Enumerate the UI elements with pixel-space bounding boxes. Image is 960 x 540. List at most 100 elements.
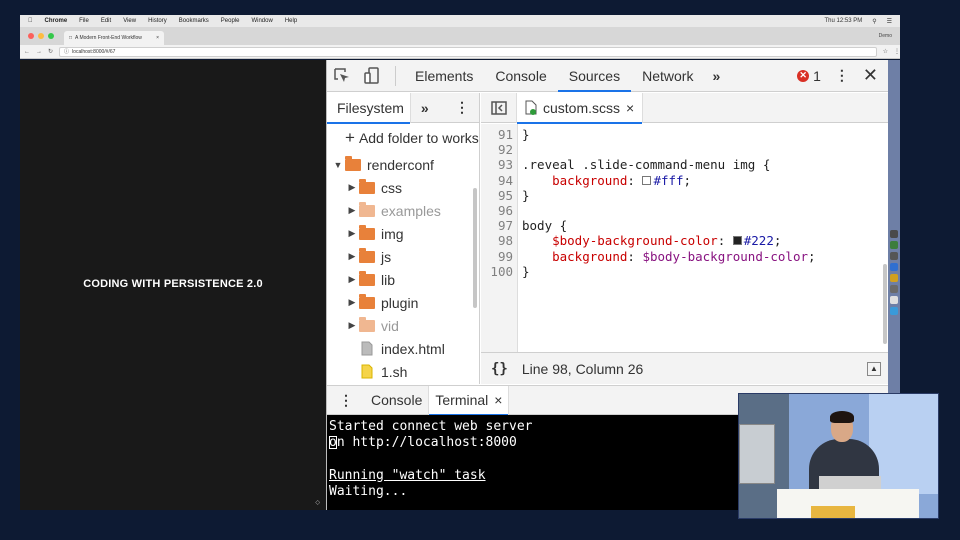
css-property: background bbox=[552, 172, 628, 188]
settings-menu-icon[interactable]: ⋮ bbox=[835, 67, 849, 84]
add-folder-button[interactable]: + Add folder to workspace bbox=[327, 123, 479, 153]
folder-icon bbox=[359, 247, 375, 263]
menu-item-help[interactable]: Help bbox=[285, 18, 297, 24]
drawer-menu-icon[interactable]: ⋮ bbox=[327, 392, 365, 409]
menu-item-view[interactable]: View bbox=[123, 18, 136, 24]
zoom-window-icon[interactable] bbox=[48, 33, 54, 39]
info-icon[interactable]: ⓘ bbox=[64, 48, 69, 55]
tab-network[interactable]: Network bbox=[631, 60, 704, 92]
scss-variable: $body-background-color bbox=[552, 233, 718, 249]
caret-right-icon: ▶ bbox=[348, 297, 356, 307]
line-number: 95 bbox=[497, 187, 513, 203]
pretty-print-button[interactable]: {} bbox=[491, 361, 508, 377]
dock-app-icon[interactable] bbox=[890, 263, 898, 271]
menu-item-file[interactable]: File bbox=[79, 18, 89, 24]
tab-console[interactable]: Console bbox=[484, 60, 557, 92]
file-navigator: Filesystem » ⋮ + Add folder to workspace… bbox=[327, 93, 480, 384]
drawer-tab-terminal[interactable]: Terminal × bbox=[428, 385, 510, 416]
reload-icon[interactable]: ↻ bbox=[48, 48, 53, 55]
menu-item-bookmarks[interactable]: Bookmarks bbox=[179, 18, 209, 24]
browser-tab-title: A Modern Front-End Workflow bbox=[75, 35, 142, 41]
devtools-toolbar: Elements Console Sources Network » ✕ 1 ⋮… bbox=[327, 60, 888, 92]
editor-tab-custom-scss[interactable]: custom.scss × bbox=[517, 92, 644, 124]
editor-statusbar: {} Line 98, Column 26 ▲ bbox=[481, 352, 889, 384]
device-toolbar-icon[interactable] bbox=[357, 66, 387, 85]
close-tab-icon[interactable]: × bbox=[156, 35, 159, 41]
back-icon[interactable]: ← bbox=[24, 49, 30, 55]
dock-app-icon[interactable] bbox=[890, 296, 898, 304]
menu-app-name[interactable]: Chrome bbox=[45, 18, 68, 24]
more-panels-icon[interactable]: » bbox=[704, 68, 728, 84]
file-tree: ▼ renderconf ▶ css ▶ examples ▶ img ▶ js ▶ lib ▶ plug… bbox=[327, 153, 479, 383]
clock[interactable]: Thu 12:53 PM bbox=[825, 18, 863, 25]
dock-app-icon[interactable] bbox=[890, 252, 898, 260]
tree-item[interactable]: index.html bbox=[327, 337, 479, 360]
tree-item[interactable]: ▶ lib bbox=[327, 268, 479, 291]
code-line: 95} bbox=[481, 188, 889, 203]
menu-item-people[interactable]: People bbox=[221, 18, 240, 24]
tree-item[interactable]: ▶ plugin bbox=[327, 291, 479, 314]
toggle-navigator-icon[interactable] bbox=[481, 92, 517, 123]
star-icon[interactable]: ☆ bbox=[883, 48, 888, 55]
tree-item[interactable]: ▼ renderconf bbox=[327, 153, 479, 176]
url-input[interactable]: ⓘ localhost:8000/#/67 bbox=[59, 46, 877, 57]
dock-app-icon[interactable] bbox=[890, 307, 898, 315]
forward-icon[interactable]: → bbox=[36, 49, 42, 55]
tree-item-label: css bbox=[381, 179, 402, 196]
error-counter[interactable]: ✕ 1 bbox=[797, 68, 821, 84]
dock-app-icon[interactable] bbox=[890, 274, 898, 282]
folder-icon bbox=[345, 155, 361, 171]
menu-item-history[interactable]: History bbox=[148, 18, 167, 24]
plus-icon: + bbox=[345, 128, 355, 147]
dock-app-icon[interactable] bbox=[890, 241, 898, 249]
search-icon[interactable]: ⚲ bbox=[872, 18, 876, 25]
tree-item-label: plugin bbox=[381, 294, 419, 311]
editor-scrollbar[interactable] bbox=[883, 264, 887, 344]
close-devtools-icon[interactable]: ✕ bbox=[863, 65, 878, 86]
tree-item[interactable]: ▶ img bbox=[327, 222, 479, 245]
line-number: 93 bbox=[497, 157, 513, 173]
tab-filesystem[interactable]: Filesystem bbox=[327, 93, 411, 124]
slide-nav-icon[interactable]: ◇ bbox=[315, 499, 320, 506]
close-editor-tab-icon[interactable]: × bbox=[626, 100, 634, 116]
menu-list-icon[interactable]: ☰ bbox=[887, 18, 892, 25]
navigator-menu-icon[interactable]: ⋮ bbox=[455, 99, 479, 116]
toggle-debugger-icon[interactable]: ▲ bbox=[867, 361, 881, 376]
browser-menu-icon[interactable]: ⋮ bbox=[894, 48, 900, 55]
sources-panel: Filesystem » ⋮ + Add folder to workspace… bbox=[327, 92, 889, 384]
code-line: 94 background: #fff; bbox=[481, 173, 889, 188]
dock-app-icon[interactable] bbox=[890, 230, 898, 238]
file-icon bbox=[359, 341, 381, 356]
tree-item[interactable]: ▶ css bbox=[327, 176, 479, 199]
more-navigator-tabs-icon[interactable]: » bbox=[411, 100, 439, 116]
tree-item[interactable]: ▶ examples bbox=[327, 199, 479, 222]
inspect-element-icon[interactable] bbox=[327, 67, 357, 85]
profile-name[interactable]: Demo bbox=[879, 33, 900, 39]
menu-item-edit[interactable]: Edit bbox=[101, 18, 111, 24]
editor-tabbar: custom.scss × bbox=[481, 92, 889, 124]
tab-sources[interactable]: Sources bbox=[557, 60, 632, 92]
dock-app-icon[interactable] bbox=[890, 285, 898, 293]
minimize-window-icon[interactable] bbox=[38, 33, 44, 39]
close-drawer-tab-icon[interactable]: × bbox=[494, 392, 502, 408]
apple-icon[interactable]:  bbox=[28, 18, 33, 24]
code-line: 98 $body-background-color: #222; bbox=[481, 233, 889, 248]
folder-icon bbox=[359, 293, 375, 309]
tab-elements[interactable]: Elements bbox=[404, 60, 484, 92]
url-text: localhost:8000/#/67 bbox=[72, 48, 116, 55]
browser-tab[interactable]: □ A Modern Front-End Workflow × bbox=[64, 31, 164, 45]
caret-right-icon: ▶ bbox=[348, 182, 356, 192]
navigator-scrollbar[interactable] bbox=[473, 188, 477, 308]
drawer-tab-console[interactable]: Console bbox=[365, 386, 428, 415]
menu-item-window[interactable]: Window bbox=[251, 18, 272, 24]
code-area[interactable]: 91} 92 93 .reveal .slide-command-menu img {… bbox=[481, 124, 889, 352]
speaker-hair bbox=[830, 411, 854, 423]
tree-item[interactable]: ▶ vid bbox=[327, 314, 479, 337]
close-window-icon[interactable] bbox=[28, 33, 34, 39]
color-swatch[interactable] bbox=[732, 236, 742, 246]
tree-item-label: renderconf bbox=[367, 156, 434, 173]
tree-item[interactable]: 1.sh bbox=[327, 360, 479, 383]
tree-item[interactable]: ▶ js bbox=[327, 245, 479, 268]
cursor-position: Line 98, Column 26 bbox=[521, 360, 644, 377]
color-swatch[interactable] bbox=[642, 175, 652, 185]
